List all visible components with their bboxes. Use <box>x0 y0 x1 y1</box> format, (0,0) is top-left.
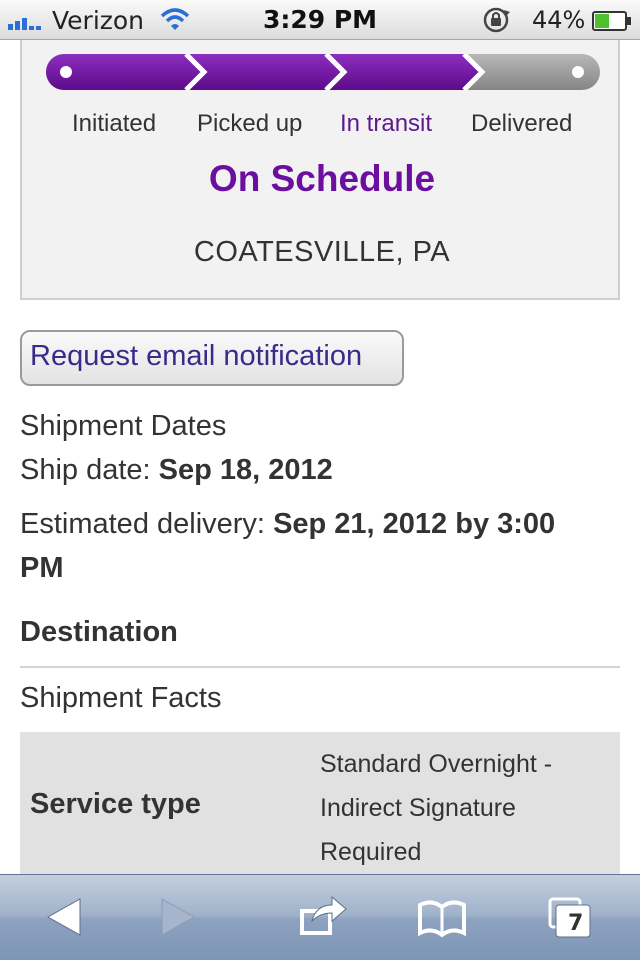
browser-toolbar: 7 <box>0 874 640 960</box>
progress-end-dot <box>572 66 584 78</box>
progress-start-dot <box>60 66 72 78</box>
tracking-status-card: Initiated Picked up In transit Delivered… <box>20 40 620 300</box>
status-bar: Verizon 3:29 PM 44% <box>0 0 640 40</box>
estimated-delivery-label: Estimated delivery: <box>20 508 265 540</box>
shipment-facts-table: Service type Standard Overnight - Indire… <box>20 732 620 874</box>
progress-steps: Initiated Picked up In transit Delivered <box>22 110 622 140</box>
step-in-transit: In transit <box>340 110 433 137</box>
divider <box>20 666 620 668</box>
shipment-status: On Schedule <box>208 158 436 199</box>
service-type-line: Standard Overnight - <box>320 750 553 778</box>
share-icon[interactable] <box>292 889 352 945</box>
ship-date-row: Ship date: Sep 18, 2012 <box>20 454 333 487</box>
back-icon[interactable] <box>36 889 96 945</box>
service-type-label: Service type <box>30 788 201 820</box>
step-picked-up: Picked up <box>197 110 303 137</box>
rotation-lock-icon <box>483 7 510 33</box>
step-delivered: Delivered <box>471 110 573 137</box>
progress-fill <box>46 54 482 90</box>
estimated-delivery-value-cont: PM <box>20 552 64 584</box>
ship-date-label: Ship date: <box>20 454 151 486</box>
bookmarks-icon[interactable] <box>412 889 472 945</box>
forward-icon[interactable] <box>146 889 206 945</box>
shipment-location: COATESVILLE, PA <box>193 236 451 268</box>
shipment-facts-heading: Shipment Facts <box>20 682 222 714</box>
estimated-delivery-row: Estimated delivery: Sep 21, 2012 by 3:00 <box>20 508 555 541</box>
battery-icon <box>592 11 631 31</box>
request-email-notification-button[interactable]: Request email notification <box>20 330 404 386</box>
progress-bar <box>46 54 600 90</box>
tabs-button[interactable]: 7 <box>542 889 602 945</box>
destination-heading[interactable]: Destination <box>20 616 178 649</box>
service-type-line: Indirect Signature <box>320 794 516 822</box>
battery-percent: 44% <box>532 6 586 34</box>
shipment-dates-heading: Shipment Dates <box>20 410 227 442</box>
tab-count: 7 <box>568 911 584 936</box>
estimated-delivery-value: Sep 21, 2012 by 3:00 <box>273 508 556 540</box>
step-initiated: Initiated <box>72 110 157 137</box>
service-type-line: Required <box>320 838 422 866</box>
service-type-value: Standard Overnight - Indirect Signature … <box>320 742 610 874</box>
ship-date-value: Sep 18, 2012 <box>158 454 333 486</box>
